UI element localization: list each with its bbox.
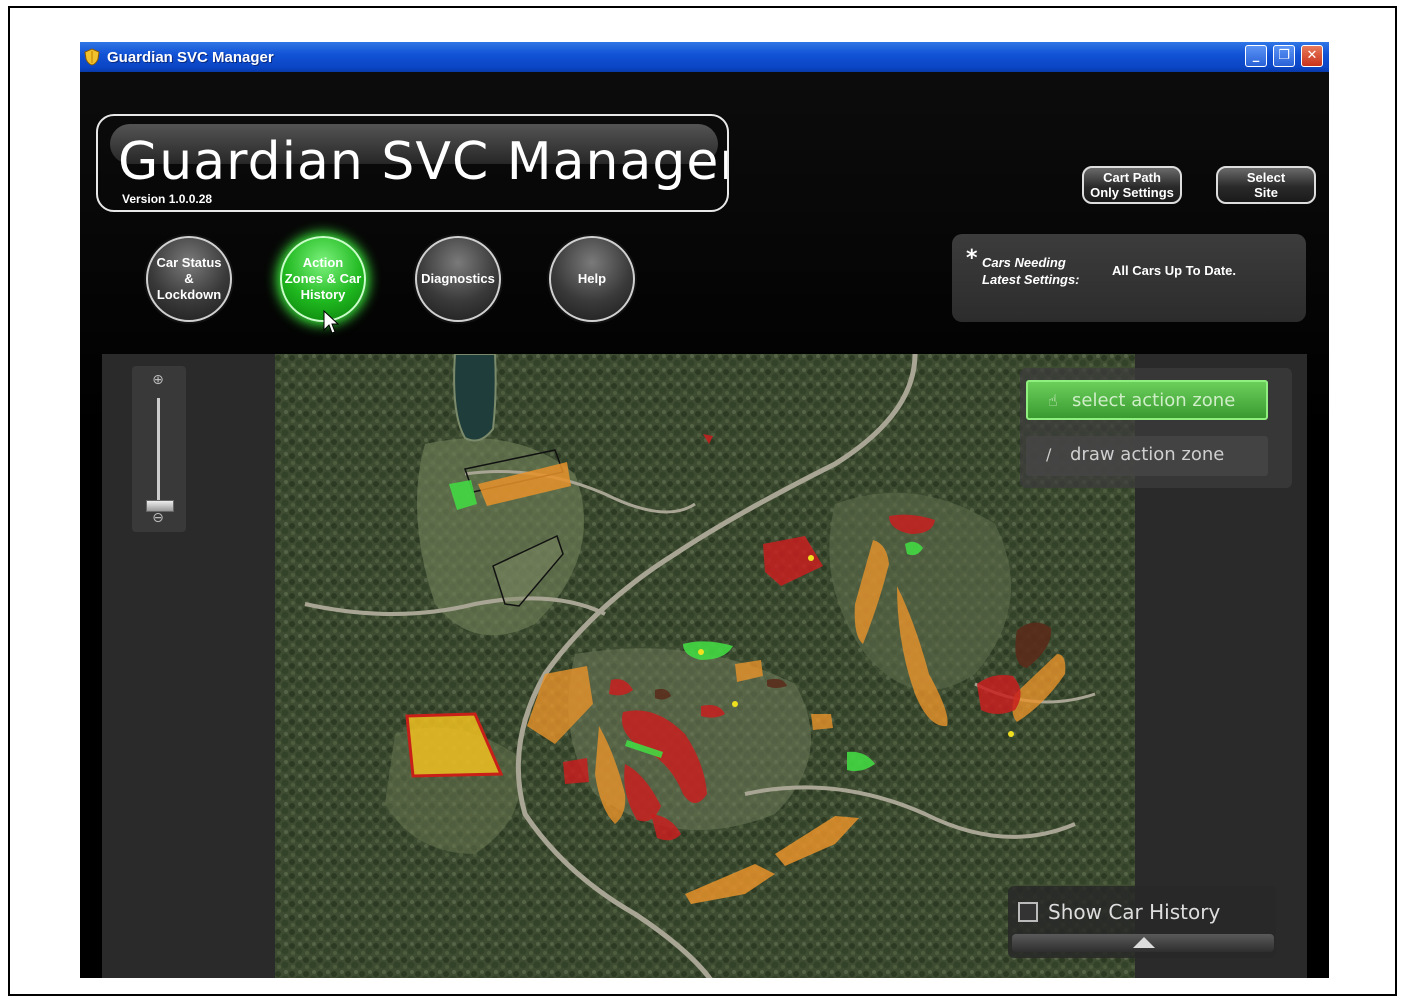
minimize-button[interactable]: _ [1245,45,1267,67]
select-site-label-line2: Site [1254,185,1278,200]
help-button[interactable]: Help [549,236,635,322]
car-history-panel: Show Car History [1008,886,1276,958]
version-label: Version 1.0.0.28 [122,192,213,206]
diagnostics-label: Diagnostics [421,271,495,286]
app-title: Guardian SVC Manager [118,132,729,192]
pointer-hand-icon: ☝ [1048,391,1058,410]
car-status-label-line3: Lockdown [156,287,222,302]
draw-action-zone-label: draw action zone [1070,444,1225,465]
zoom-in-icon[interactable]: ⊕ [149,372,167,390]
app-logo-panel: Guardian SVC Manager Version 1.0.0.28 [96,114,729,212]
status-label-line1: Cars Needing [982,255,1066,270]
cart-path-label-line1: Cart Path [1103,170,1161,185]
status-label: Cars Needing Latest Settings: [982,254,1080,288]
select-action-zone-button[interactable]: ☝ select action zone [1026,380,1268,420]
select-action-zone-label: select action zone [1072,390,1236,411]
close-button[interactable]: ✕ [1301,45,1323,67]
app-shield-icon [84,48,100,66]
help-label: Help [577,271,607,286]
diagnostics-button[interactable]: Diagnostics [415,236,501,322]
maximize-button[interactable]: ❐ [1273,45,1295,67]
satellite-map[interactable] [275,354,1135,978]
show-car-history-label[interactable]: Show Car History [1048,900,1220,924]
car-status-label-line2: & [184,271,194,286]
pencil-icon: ∕ [1046,445,1052,464]
select-site-button[interactable]: Select Site [1216,166,1316,204]
map-panel: ⊕ ⊖ ☝ select action zone ∕ draw action z… [102,354,1307,978]
select-site-label-line1: Select [1246,170,1286,185]
status-asterisk: * [966,246,978,271]
mouse-cursor-icon [323,310,339,334]
app-body: Guardian SVC Manager Version 1.0.0.28 Ca… [80,72,1329,978]
action-zone-tools: ☝ select action zone ∕ draw action zone [1020,368,1292,488]
car-status-label-line1: Car Status [156,255,222,270]
zoom-slider-track[interactable] [157,398,160,510]
action-zones-label-line2: Zones & Car [284,271,362,286]
cart-path-label-line2: Only Settings [1090,185,1174,200]
title-bar[interactable]: Guardian SVC Manager _ ❐ ✕ [80,42,1329,72]
settings-status-panel: * Cars Needing Latest Settings: All Cars… [952,234,1306,322]
history-slider-thumb-icon[interactable] [1133,937,1155,948]
map-canvas [275,354,1135,978]
show-car-history-checkbox[interactable] [1018,902,1038,922]
draw-action-zone-button[interactable]: ∕ draw action zone [1026,436,1268,476]
action-zones-label-line1: Action [302,255,344,270]
app-window: Guardian SVC Manager _ ❐ ✕ Guardian SVC … [80,42,1329,978]
status-label-line2: Latest Settings: [982,272,1080,287]
car-history-slider[interactable] [1012,934,1274,952]
status-value: All Cars Up To Date. [1112,263,1237,278]
cart-path-settings-button[interactable]: Cart Path Only Settings [1082,166,1182,204]
car-status-lockdown-button[interactable]: Car Status & Lockdown [146,236,232,322]
zoom-control: ⊕ ⊖ [132,366,186,532]
zoom-out-icon[interactable]: ⊖ [149,510,167,528]
window-title: Guardian SVC Manager [107,49,274,66]
action-zones-label-line3: History [300,287,346,302]
